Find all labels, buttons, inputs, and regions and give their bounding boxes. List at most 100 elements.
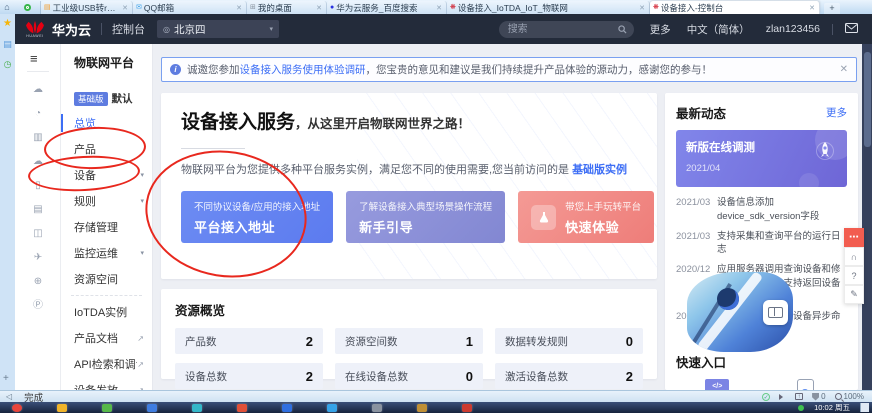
browser-status-bar: ◁ 完成 ✓ ↑ 0 100%	[0, 390, 872, 402]
page-scrollbar[interactable]	[862, 44, 872, 390]
nav-icon-rail: ≡ ☁ ◔ ▥ ☁ ▯ ▤ ◫ ✈ ⊕ Ⓟ	[15, 44, 61, 390]
stat-forward-rules[interactable]: 数据转发规则 0	[495, 328, 643, 354]
huawei-logo-icon[interactable]: HUAWEI	[25, 21, 45, 38]
browser-tab-console-active[interactable]: ❋ 设备接入-控制台 ✕	[650, 1, 820, 14]
security-check-icon[interactable]: ✓	[762, 393, 770, 401]
pinned-tab[interactable]	[14, 1, 41, 14]
headset-support-icon[interactable]: ∩	[844, 247, 864, 266]
stat-activated-devices[interactable]: 激活设备总数 2	[495, 363, 643, 389]
news-more-link[interactable]: 更多	[826, 105, 847, 120]
browser-tab-desktop[interactable]: ⊞ 我的桌面 ✕	[247, 1, 327, 14]
language-selector[interactable]: 中文（简体）	[687, 22, 750, 37]
tab-close-icon[interactable]: ✕	[435, 4, 443, 12]
news-item[interactable]: 2021/03 设备信息添加device_sdk_version字段	[676, 196, 847, 224]
sidebar-item-iotda-instance[interactable]: IoTDA实例	[61, 299, 152, 325]
tab-close-icon[interactable]: ✕	[235, 4, 243, 12]
username[interactable]: zlan123456	[766, 23, 820, 35]
collapse-arrow-icon[interactable]: ◁	[6, 392, 12, 401]
instance-icon[interactable]: ✈	[15, 246, 61, 270]
taskbar-app-icon[interactable]	[192, 404, 202, 412]
browser-home-icon[interactable]: ⌂	[0, 1, 14, 14]
console-link[interactable]: 控制台	[112, 21, 145, 37]
new-tab-button[interactable]: +	[824, 3, 840, 14]
banner-close-icon[interactable]: ✕	[840, 64, 848, 75]
search-input[interactable]	[506, 23, 614, 36]
sidebar-item-product-docs[interactable]: 产品文档 ↗	[61, 325, 152, 351]
devices-icon[interactable]: ▥	[15, 126, 61, 150]
platform-access-address-card[interactable]: 不同协议设备/应用的接入地址 平台接入地址	[181, 191, 333, 243]
favorites-star-icon[interactable]: ★	[3, 19, 12, 29]
sidebar-item-rules[interactable]: 规则 ▾	[61, 188, 152, 214]
taskbar-app-icon[interactable]	[327, 404, 337, 412]
speaker-icon[interactable]	[779, 394, 786, 400]
browser-tab-baidu[interactable]: ● 华为云服务_百度搜索 ✕	[327, 1, 447, 14]
docs-icon[interactable]: ⊕	[15, 270, 61, 294]
api-icon[interactable]: Ⓟ	[15, 294, 61, 318]
game-character-popup[interactable]	[687, 272, 793, 352]
tab-close-icon[interactable]: ✕	[638, 4, 646, 12]
scrollbar-thumb[interactable]	[864, 52, 871, 147]
survey-edit-icon[interactable]: ✎	[844, 285, 864, 304]
sidebar-item-storage[interactable]: 存储管理	[61, 214, 152, 240]
tab-favicon-icon: ❋	[450, 4, 456, 11]
download-box-icon[interactable]: ↑	[795, 393, 803, 400]
stat-device-total[interactable]: 设备总数 2	[175, 363, 323, 389]
taskbar-clock[interactable]: 10:02 周五	[814, 402, 850, 413]
tab-close-icon[interactable]: ✕	[808, 4, 816, 12]
sidebar-item-overview[interactable]: 总览	[61, 110, 152, 136]
sidebar-item-api-explorer[interactable]: API检索和调试 ↗	[61, 351, 152, 377]
header-search[interactable]	[499, 21, 634, 38]
survey-link[interactable]: 设备接入服务使用体验调研	[240, 64, 366, 76]
taskbar-app-icon[interactable]	[57, 404, 67, 412]
overview-icon[interactable]: ☁	[15, 78, 61, 102]
taskbar-app-icon[interactable]	[417, 404, 427, 412]
rocket-icon	[815, 140, 835, 167]
sidebar-item-resource-space[interactable]: 资源空间	[61, 266, 152, 292]
rail-add-icon[interactable]: +	[3, 373, 9, 384]
tab-label: 设备接入_IoTDA_IoT_物联网	[458, 2, 636, 14]
taskbar-app-icon[interactable]	[462, 404, 472, 412]
quick-experience-card[interactable]: 带您上手玩转平台 快速体验	[518, 191, 654, 243]
taskbar-app-icon[interactable]	[102, 404, 112, 412]
bookmarks-icon[interactable]: ▤	[3, 40, 12, 49]
resources-icon[interactable]: ◫	[15, 222, 61, 246]
tab-close-icon[interactable]: ✕	[315, 4, 323, 12]
hamburger-menu-icon[interactable]: ≡	[30, 52, 60, 65]
basic-edition-link[interactable]: 基础版实例	[572, 164, 627, 176]
region-selector[interactable]: ◎ 北京四 ▾	[157, 20, 279, 38]
sidebar-item-products[interactable]: 产品	[61, 136, 152, 162]
help-icon[interactable]: ?	[844, 266, 864, 285]
storage-icon[interactable]: ▯	[15, 174, 61, 198]
monitor-icon[interactable]: ▤	[15, 198, 61, 222]
rules-icon[interactable]: ☁	[15, 150, 61, 174]
taskbar-app-icon[interactable]	[12, 404, 22, 412]
taskbar-app-icon[interactable]	[237, 404, 247, 412]
history-clock-icon[interactable]: ◷	[4, 60, 12, 69]
tab-close-icon[interactable]: ✕	[121, 4, 129, 12]
browser-tab-qqmail[interactable]: ✉ QQ邮箱 ✕	[133, 1, 247, 14]
feature-banner[interactable]: 新版在线调测 2021/04	[676, 130, 847, 187]
browser-tab-usb[interactable]: ▤ 工业级USB转rs485通讯模块 ✕	[41, 1, 133, 14]
news-item[interactable]: 2021/03 支持采集和查询平台的运行日志	[676, 230, 847, 258]
messages-mail-icon[interactable]	[845, 20, 858, 38]
zoom-control[interactable]: 100%	[835, 392, 864, 401]
browser-tab-iotda[interactable]: ❋ 设备接入_IoTDA_IoT_物联网 ✕	[447, 1, 650, 14]
sidebar-item-monitor[interactable]: 监控运维 ▾	[61, 240, 152, 266]
stat-resource-space-count[interactable]: 资源空间数 1	[335, 328, 483, 354]
tray-green-icon[interactable]	[798, 405, 804, 411]
stat-online-devices[interactable]: 在线设备总数 0	[335, 363, 483, 389]
beginner-guide-card[interactable]: 了解设备接入典型场景操作流程 新手引导	[346, 191, 505, 243]
brand-name[interactable]: 华为云	[52, 20, 91, 39]
sidebar-item-devices[interactable]: 设备 ▾	[61, 162, 152, 188]
more-menu[interactable]: 更多	[650, 22, 671, 37]
chat-feedback-icon[interactable]: ⋯	[844, 228, 864, 247]
console-header: HUAWEI 华为云 控制台 ◎ 北京四 ▾ 更多 中文（简体） zlan123…	[15, 14, 872, 44]
taskbar-app-icon[interactable]	[372, 404, 382, 412]
stat-product-count[interactable]: 产品数 2	[175, 328, 323, 354]
show-desktop-button[interactable]	[860, 403, 869, 412]
products-icon[interactable]: ◔	[15, 102, 61, 126]
taskbar-app-icon[interactable]	[147, 404, 157, 412]
shield-counter[interactable]: 0	[812, 392, 825, 401]
taskbar-app-icon[interactable]	[282, 404, 292, 412]
popup-book-button[interactable]	[763, 300, 788, 325]
